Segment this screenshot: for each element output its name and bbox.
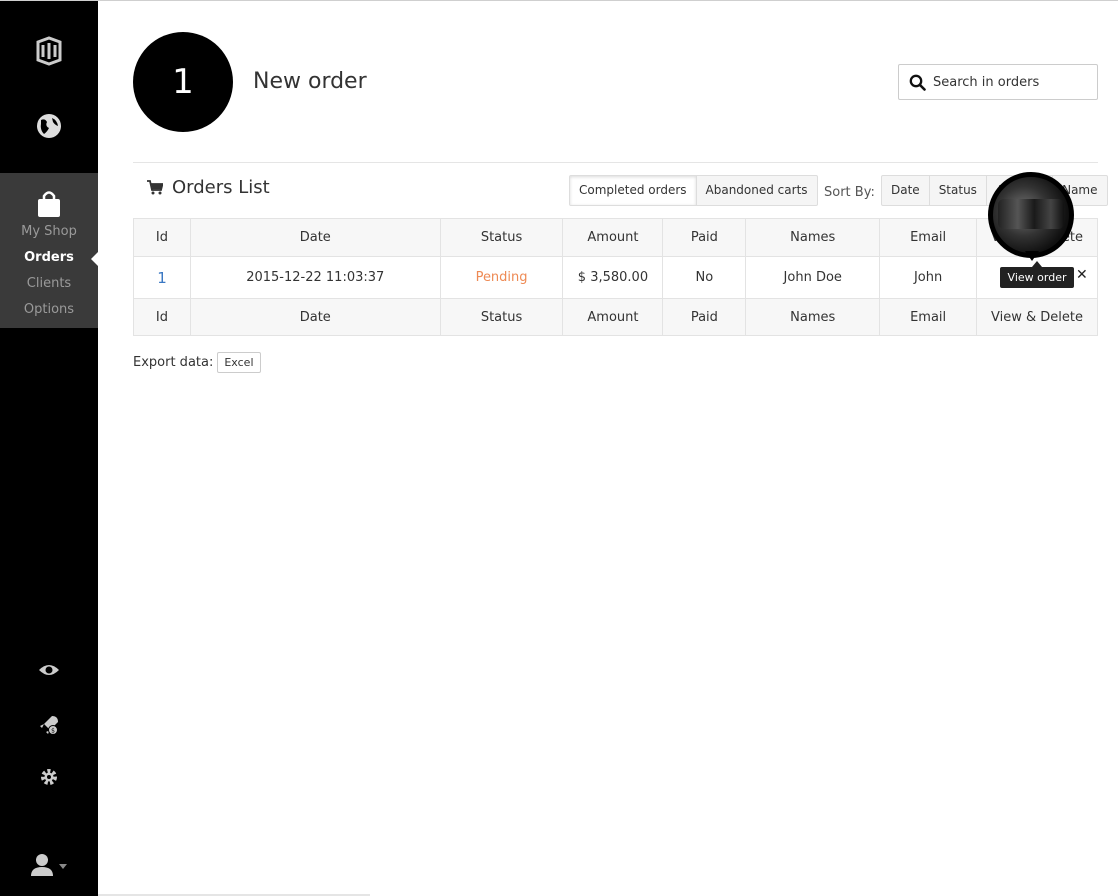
- footer-header-id: Id: [133, 298, 191, 336]
- column-header-status[interactable]: Status: [439, 218, 564, 257]
- footer-header-view-delete: View & Delete: [976, 298, 1098, 336]
- search-placeholder: Search in orders: [933, 74, 1040, 90]
- table-row: 1 2015-12-22 11:03:37 Pending $ 3,580.00…: [133, 256, 1098, 299]
- close-icon: ✕: [1076, 267, 1088, 283]
- shop-section: My Shop Orders Clients Options: [0, 173, 98, 328]
- status-badge: Pending: [475, 270, 528, 285]
- view-order-button[interactable]: View order: [999, 261, 1075, 288]
- sidebar-item-clients[interactable]: Clients: [0, 276, 98, 291]
- order-names-cell: John Doe: [745, 256, 881, 299]
- search-input[interactable]: Search in orders: [898, 64, 1098, 100]
- column-header-names[interactable]: Names: [745, 218, 881, 257]
- rocket-icon[interactable]: $: [0, 713, 98, 737]
- footer-header-amount: Amount: [562, 298, 664, 336]
- product-thumbnail: [988, 172, 1074, 258]
- export-label: Export data:: [133, 355, 214, 370]
- order-id-cell: 1: [133, 256, 191, 299]
- export-data: Export data: Excel: [133, 352, 261, 373]
- active-item-caret: [91, 252, 98, 266]
- column-header-email[interactable]: Email: [879, 218, 978, 257]
- user-menu-icon[interactable]: [0, 853, 98, 877]
- globe-icon[interactable]: [0, 109, 98, 143]
- tab-abandoned-carts[interactable]: Abandoned carts: [695, 176, 817, 205]
- order-status-cell: Pending: [439, 256, 564, 299]
- new-order-count[interactable]: 1: [133, 32, 233, 132]
- footer-header-names: Names: [745, 298, 881, 336]
- footer-header-email: Email: [879, 298, 978, 336]
- order-paid-cell: No: [662, 256, 747, 299]
- orders-table: Id Date Status Amount Paid Names Email V…: [133, 218, 1098, 336]
- column-header-id[interactable]: Id: [133, 218, 191, 257]
- export-excel-button[interactable]: Excel: [217, 352, 261, 373]
- sidebar-item-my-shop[interactable]: My Shop: [0, 224, 98, 239]
- table-footer-row: Id Date Status Amount Paid Names Email V…: [133, 298, 1098, 336]
- footer-header-date: Date: [189, 298, 441, 336]
- sort-by-label: Sort By:: [824, 185, 875, 200]
- cart-icon: [147, 180, 163, 195]
- column-header-amount[interactable]: Amount: [562, 218, 664, 257]
- sort-date-button[interactable]: Date: [882, 176, 929, 205]
- delete-order-button[interactable]: ✕: [1076, 267, 1088, 283]
- header-divider: [133, 162, 1098, 163]
- order-date-cell: 2015-12-22 11:03:37: [189, 256, 441, 299]
- order-amount-cell: $ 3,580.00: [562, 256, 664, 299]
- footer-header-paid: Paid: [662, 298, 747, 336]
- tab-completed-orders[interactable]: Completed orders: [570, 176, 696, 205]
- thumbnail-pointer: [1025, 251, 1039, 261]
- sidebar-item-options[interactable]: Options: [0, 302, 98, 317]
- gear-icon[interactable]: [0, 767, 98, 787]
- footer-header-status: Status: [439, 298, 564, 336]
- orders-list-title-text: Orders List: [172, 177, 270, 198]
- shopping-bag-icon[interactable]: [0, 189, 98, 219]
- order-id-link[interactable]: 1: [157, 269, 167, 287]
- logo-icon[interactable]: [0, 33, 98, 69]
- svg-text:$: $: [51, 728, 55, 735]
- product-image: [998, 199, 1064, 229]
- table-header-row: Id Date Status Amount Paid Names Email V…: [133, 218, 1098, 257]
- search-icon: [909, 74, 926, 91]
- new-order-label: New order: [253, 69, 367, 94]
- column-header-date[interactable]: Date: [189, 218, 441, 257]
- sidebar-item-orders[interactable]: Orders: [0, 250, 98, 265]
- eye-icon[interactable]: [0, 661, 98, 679]
- order-email-cell: John: [879, 256, 978, 299]
- order-type-tabs: Completed orders Abandoned carts: [569, 175, 818, 206]
- column-header-paid[interactable]: Paid: [662, 218, 747, 257]
- sort-status-button[interactable]: Status: [928, 176, 986, 205]
- sidebar: My Shop Orders Clients Options $: [0, 1, 98, 896]
- orders-list-title: Orders List: [147, 177, 270, 198]
